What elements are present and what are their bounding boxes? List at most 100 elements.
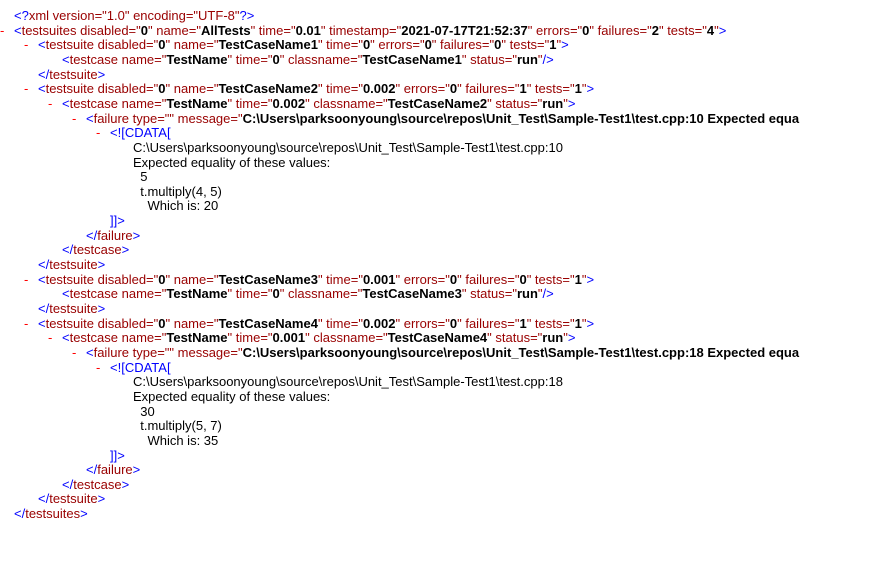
xml-line-text: Expected equality of these values: bbox=[133, 155, 330, 171]
collapse-toggle[interactable]: - bbox=[96, 360, 100, 376]
tag-name: testcase bbox=[73, 476, 122, 492]
attribute-name: type=" bbox=[129, 344, 170, 360]
tag-name: failure bbox=[97, 462, 133, 478]
attribute-value: TestCaseName1 bbox=[362, 51, 462, 67]
markup-punctuation: </ bbox=[38, 66, 50, 82]
attribute-value: 2 bbox=[651, 22, 659, 38]
collapse-toggle[interactable]: - bbox=[24, 316, 28, 332]
collapse-toggle[interactable]: - bbox=[24, 37, 28, 53]
xml-line-text: </testsuite> bbox=[38, 67, 105, 83]
attribute-value: 1 bbox=[549, 37, 557, 53]
xml-line-text: <testcase name="TestName" time="0.001" c… bbox=[62, 330, 575, 346]
xml-line-text: C:\Users\parksoonyoung\source\repos\Unit… bbox=[133, 140, 563, 156]
collapse-toggle[interactable]: - bbox=[96, 125, 100, 141]
attribute-value: 0.001 bbox=[362, 271, 396, 287]
markup-punctuation: > bbox=[586, 315, 595, 331]
xml-line-text: <testsuite disabled="0" name="TestCaseNa… bbox=[38, 37, 569, 53]
attribute-name: " message=" bbox=[169, 110, 243, 126]
attribute-name: disabled=" bbox=[94, 81, 159, 97]
attribute-value: 1 bbox=[574, 271, 582, 287]
markup-punctuation: <? bbox=[14, 8, 29, 23]
attribute-name: " tests=" bbox=[501, 37, 550, 53]
markup-punctuation: <![CDATA[ bbox=[110, 359, 171, 375]
attribute-name: name=" bbox=[118, 330, 167, 346]
xml-line-text: <testsuites disabled="0" name="AllTests"… bbox=[14, 23, 726, 39]
attribute-value: 0 bbox=[158, 271, 166, 287]
tag-name: testcase bbox=[69, 330, 119, 346]
tag-name: failure bbox=[93, 110, 130, 126]
tag-name: testsuite bbox=[45, 271, 95, 287]
attribute-name: " time=" bbox=[317, 271, 363, 287]
xml-line-text: </testsuite> bbox=[38, 257, 105, 273]
attribute-name: " errors=" bbox=[370, 37, 425, 53]
collapse-toggle[interactable]: - bbox=[48, 330, 52, 346]
attribute-value: run bbox=[516, 51, 538, 67]
markup-punctuation: < bbox=[62, 95, 70, 111]
cdata-text: 30 bbox=[133, 403, 155, 419]
collapse-toggle[interactable]: - bbox=[72, 345, 76, 361]
markup-punctuation: < bbox=[62, 286, 70, 302]
cdata-text: t.multiply(5, 7) bbox=[133, 418, 222, 434]
markup-punctuation: < bbox=[38, 315, 46, 331]
xml-viewer: <?xml version="1.0" encoding="UTF-8"?> - <… bbox=[0, 0, 885, 563]
attribute-name: name=" bbox=[118, 51, 167, 67]
tag-name: testsuites bbox=[21, 22, 77, 38]
collapse-toggle[interactable]: - bbox=[72, 111, 76, 127]
attribute-value: 0 bbox=[272, 286, 280, 302]
xml-line-text: t.multiply(5, 7) bbox=[133, 418, 222, 434]
xml-line-text: <![CDATA[ bbox=[110, 125, 171, 141]
attribute-value: TestCaseName3 bbox=[362, 286, 462, 302]
attribute-name: " tests=" bbox=[526, 271, 575, 287]
markup-punctuation: </ bbox=[14, 506, 26, 522]
attribute-value: 0 bbox=[158, 315, 166, 331]
attribute-value: 0.002 bbox=[272, 95, 306, 111]
markup-punctuation: < bbox=[86, 110, 94, 126]
markup-punctuation: </ bbox=[38, 301, 50, 316]
markup-punctuation: > bbox=[97, 66, 106, 82]
attribute-name: " name=" bbox=[165, 81, 219, 97]
attribute-name: type=" bbox=[129, 110, 170, 126]
attribute-value: 0 bbox=[158, 81, 166, 97]
markup-punctuation: > bbox=[132, 227, 141, 243]
collapse-toggle[interactable]: - bbox=[0, 23, 4, 39]
attribute-value: TestName bbox=[166, 51, 228, 67]
attribute-value: run bbox=[542, 330, 564, 346]
attribute-value: 0 bbox=[272, 51, 280, 67]
attribute-value: 0 bbox=[519, 271, 527, 287]
attribute-name: " status=" bbox=[487, 330, 543, 346]
attribute-name: " errors=" bbox=[395, 271, 450, 287]
attribute-name: " time=" bbox=[317, 315, 363, 331]
markup-punctuation: </ bbox=[62, 476, 74, 492]
collapse-toggle[interactable]: - bbox=[24, 272, 28, 288]
attribute-name: disabled=" bbox=[94, 37, 159, 53]
markup-punctuation: < bbox=[38, 271, 46, 287]
attribute-name: " failures=" bbox=[457, 315, 520, 331]
tag-name: testsuite bbox=[49, 301, 98, 316]
markup-punctuation: </ bbox=[38, 257, 50, 273]
attribute-name: " status=" bbox=[487, 95, 543, 111]
cdata-text: C:\Users\parksoonyoung\source\repos\Unit… bbox=[133, 374, 563, 390]
attribute-name: disabled=" bbox=[94, 315, 159, 331]
markup-punctuation: /> bbox=[542, 286, 554, 302]
xml-line-text: </failure> bbox=[86, 228, 140, 244]
tag-name: testsuite bbox=[49, 66, 98, 82]
attribute-name: " classname=" bbox=[305, 95, 388, 111]
xml-line-text: </testcase> bbox=[62, 242, 129, 258]
attribute-name: " failures=" bbox=[589, 22, 652, 38]
markup-punctuation: > bbox=[97, 491, 106, 507]
markup-punctuation: ]]> bbox=[110, 213, 125, 229]
attribute-value: 0 bbox=[140, 22, 148, 38]
xml-line-text: Expected equality of these values: bbox=[133, 389, 330, 405]
markup-punctuation: < bbox=[14, 22, 22, 38]
attribute-value: 1 bbox=[519, 315, 527, 331]
attribute-name: name=" bbox=[118, 95, 167, 111]
cdata-text: Which is: 35 bbox=[133, 432, 219, 448]
collapse-toggle[interactable]: - bbox=[48, 96, 52, 112]
xml-line-text: </testsuite> bbox=[38, 301, 105, 317]
attribute-name: " name=" bbox=[165, 37, 219, 53]
attribute-value: 1 bbox=[519, 81, 527, 97]
markup-punctuation: > bbox=[97, 257, 106, 273]
markup-punctuation: </ bbox=[62, 242, 74, 258]
collapse-toggle[interactable]: - bbox=[24, 81, 28, 97]
attribute-value: run bbox=[542, 95, 564, 111]
